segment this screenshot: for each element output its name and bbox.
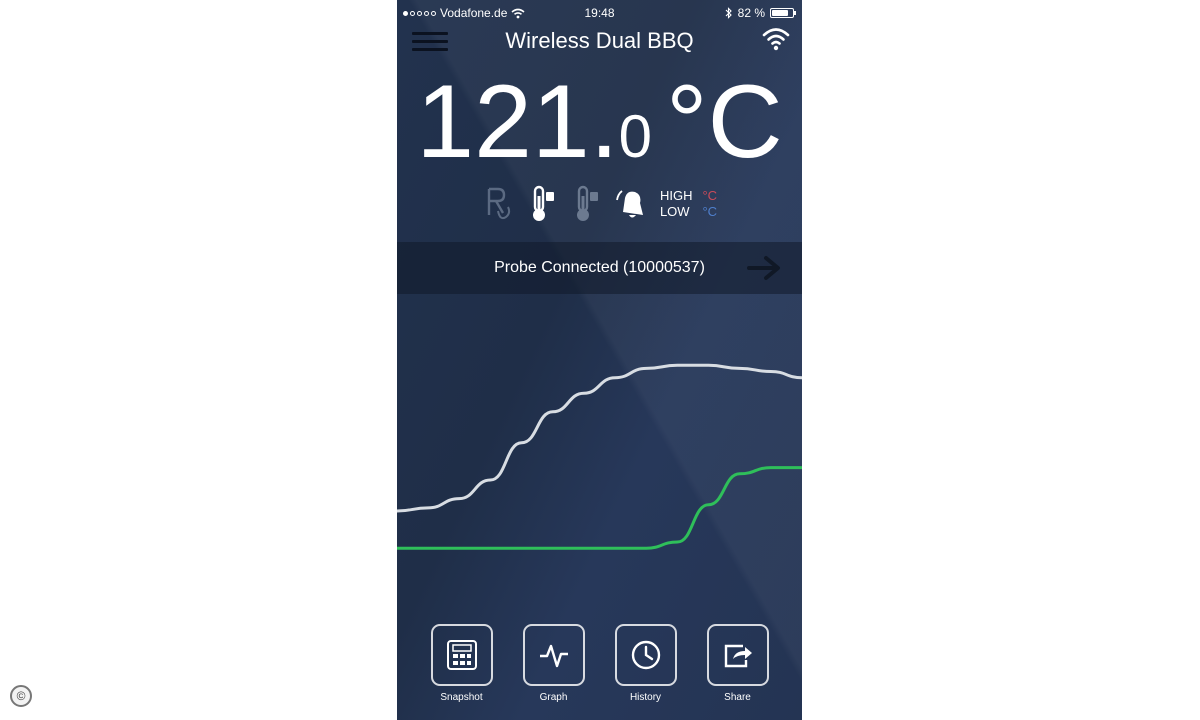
- temperature-unit: °C: [666, 64, 783, 180]
- app-title: Wireless Dual BBQ: [505, 28, 694, 53]
- phone-screen: Vodafone.de 19:48 82 % Wireless Dual BBQ: [397, 0, 802, 720]
- alarm-low-label: LOW: [659, 204, 690, 219]
- share-box: [706, 624, 769, 686]
- snapshot-label: Snapshot: [440, 692, 483, 703]
- graph-canvas: [397, 363, 802, 550]
- wifi-icon: [762, 28, 790, 51]
- probe-status-bar[interactable]: Probe Connected (10000537): [397, 242, 802, 294]
- snapshot-button[interactable]: Snapshot: [428, 624, 496, 703]
- share-icon: [724, 644, 752, 668]
- temperature-graph[interactable]: [397, 294, 802, 604]
- probe-1-thermometer-icon[interactable]: [526, 184, 560, 224]
- bottom-navigation: Snapshot Graph History Share: [397, 624, 802, 703]
- alarm-values: °C °C: [702, 188, 717, 220]
- wifi-button[interactable]: [762, 26, 790, 52]
- clock-icon: [631, 640, 660, 670]
- alarm-high-value: °C: [702, 188, 718, 203]
- share-button[interactable]: Share: [704, 624, 772, 703]
- pulse-graph-icon: [539, 644, 568, 668]
- temperature-integer: 121.: [416, 64, 619, 180]
- temperature-decimal: 0: [618, 103, 653, 170]
- share-label: Share: [724, 692, 751, 703]
- snapshot-icon: [446, 640, 477, 670]
- recipe-icon[interactable]: [482, 184, 516, 224]
- copyright-icon: ©: [10, 685, 32, 707]
- history-button[interactable]: History: [612, 624, 680, 703]
- battery-fill: [772, 10, 789, 16]
- status-right: 82 %: [725, 6, 796, 20]
- snapshot-box: [430, 624, 493, 686]
- battery-percent: 82 %: [737, 6, 765, 20]
- probe-status-text: Probe Connected (10000537): [494, 259, 705, 276]
- probe-2-thermometer-icon[interactable]: [570, 184, 604, 224]
- battery-icon: [770, 8, 796, 18]
- status-bar: Vodafone.de 19:48 82 %: [397, 0, 802, 26]
- history-label: History: [629, 692, 662, 703]
- graph-series-2-line: [397, 466, 802, 550]
- alarm-low-value: °C: [702, 204, 718, 219]
- graph-label: Graph: [539, 692, 568, 703]
- graph-box: [522, 624, 585, 686]
- probe-icon-row: HIGH LOW °C °C: [397, 182, 802, 226]
- alarm-labels: HIGH LOW: [660, 188, 693, 220]
- alarm-bell-icon[interactable]: [614, 184, 648, 224]
- arrow-right-icon[interactable]: [746, 254, 786, 282]
- alarm-high-label: HIGH: [659, 188, 693, 203]
- graph-series-1-line: [397, 363, 802, 513]
- bluetooth-icon: [725, 7, 732, 19]
- temperature-readout: 121.0 °C: [397, 70, 802, 189]
- graph-button[interactable]: Graph: [520, 624, 588, 703]
- history-box: [614, 624, 677, 686]
